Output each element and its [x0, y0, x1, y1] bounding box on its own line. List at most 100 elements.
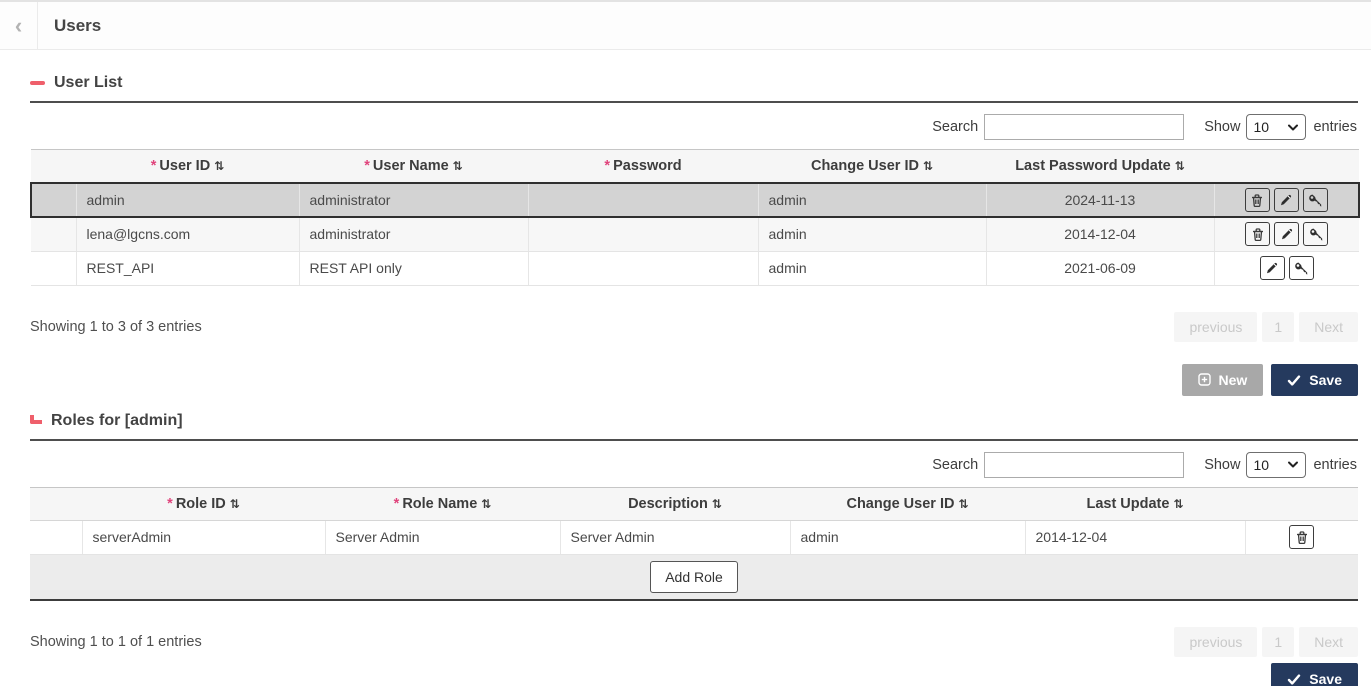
cell-role-name: Server Admin	[325, 520, 560, 554]
cell-last-password-update: 2024-11-13	[986, 183, 1214, 217]
sort-icon: ⇅	[1175, 159, 1185, 173]
roles-table-footer: Showing 1 to 1 of 1 entries previous 1 N…	[30, 627, 1358, 657]
password-key-button[interactable]	[1303, 188, 1328, 212]
row-select-cell[interactable]	[30, 520, 82, 554]
delete-role-button[interactable]	[1289, 525, 1314, 549]
search-label: Search	[932, 119, 978, 135]
page-title: Users	[54, 2, 101, 49]
col-header-description[interactable]: Description⇅	[560, 487, 790, 520]
col-header-role-name[interactable]: *Role Name⇅	[325, 487, 560, 520]
key-icon	[1309, 227, 1323, 241]
entries-label: entries	[1313, 119, 1357, 135]
entries-label: entries	[1313, 457, 1357, 473]
cell-password	[528, 183, 758, 217]
edit-user-button[interactable]	[1274, 222, 1299, 246]
sort-icon: ⇅	[923, 159, 933, 173]
col-header-user-name[interactable]: *User Name⇅	[299, 150, 528, 184]
page-number-button[interactable]: 1	[1262, 627, 1294, 657]
required-marker: *	[167, 496, 173, 512]
col-header-change-user-id[interactable]: Change User ID⇅	[790, 487, 1025, 520]
previous-page-button[interactable]: previous	[1174, 312, 1257, 342]
sort-icon: ⇅	[453, 159, 463, 173]
collapse-minus-icon[interactable]	[30, 81, 45, 85]
role-row-serveradmin[interactable]: serverAdmin Server Admin Server Admin ad…	[30, 520, 1358, 554]
cell-last-password-update: 2014-12-04	[986, 217, 1214, 251]
add-role-button[interactable]: Add Role	[650, 561, 738, 593]
row-select-cell[interactable]	[31, 183, 76, 217]
password-key-button[interactable]	[1303, 222, 1328, 246]
cell-last-update: 2014-12-04	[1025, 520, 1245, 554]
trash-icon	[1251, 227, 1265, 241]
user-page-size-select[interactable]: 10	[1246, 114, 1306, 140]
delete-user-button[interactable]	[1245, 188, 1270, 212]
pencil-icon	[1280, 227, 1294, 241]
col-header-change-user-id[interactable]: Change User ID⇅	[758, 150, 986, 184]
search-label: Search	[932, 457, 978, 473]
actions-column-header	[1245, 487, 1358, 520]
user-row-admin[interactable]: admin administrator admin 2024-11-13	[31, 183, 1359, 217]
roles-actions: Save	[30, 663, 1358, 686]
trash-icon	[1295, 530, 1309, 544]
col-header-user-id[interactable]: *User ID⇅	[76, 150, 299, 184]
cell-user-name: administrator	[299, 183, 528, 217]
required-marker: *	[394, 496, 400, 512]
user-list-title: User List	[54, 74, 122, 92]
section-divider	[30, 439, 1358, 441]
select-column-header	[30, 487, 82, 520]
next-page-button[interactable]: Next	[1299, 312, 1358, 342]
key-icon	[1308, 193, 1322, 207]
col-header-role-id[interactable]: *Role ID⇅	[82, 487, 325, 520]
page-number-button[interactable]: 1	[1262, 312, 1294, 342]
cell-password	[528, 217, 758, 251]
roles-controls: Search Show 10 entries	[30, 451, 1358, 479]
cell-change-user-id: admin	[758, 217, 986, 251]
user-search-input[interactable]	[984, 114, 1184, 140]
check-icon	[1287, 374, 1301, 386]
chevron-down-icon	[1287, 459, 1299, 470]
password-key-button[interactable]	[1289, 256, 1314, 280]
roles-table-header-row: *Role ID⇅ *Role Name⇅ Description⇅ Chang…	[30, 487, 1358, 520]
chevron-left-icon: ‹	[15, 13, 22, 39]
roles-search-input[interactable]	[984, 452, 1184, 478]
cell-change-user-id: admin	[790, 520, 1025, 554]
user-table-header-row: *User ID⇅ *User Name⇅ *Password Change U…	[31, 150, 1359, 184]
next-page-button[interactable]: Next	[1299, 627, 1358, 657]
top-header: ‹ Users	[0, 0, 1371, 50]
sort-icon: ⇅	[214, 159, 224, 173]
delete-user-button[interactable]	[1245, 222, 1270, 246]
sort-icon: ⇅	[481, 497, 491, 511]
cell-change-user-id: admin	[758, 183, 986, 217]
edit-user-button[interactable]	[1260, 256, 1285, 280]
save-users-button[interactable]: Save	[1271, 364, 1358, 396]
sub-section-corner-icon	[30, 415, 42, 424]
check-icon	[1287, 673, 1301, 685]
user-list-actions: New Save	[30, 364, 1358, 396]
new-user-button[interactable]: New	[1182, 364, 1264, 396]
required-marker: *	[151, 158, 157, 174]
roles-table: *Role ID⇅ *Role Name⇅ Description⇅ Chang…	[30, 487, 1358, 601]
cell-password	[528, 251, 758, 285]
cell-user-name: REST API only	[299, 251, 528, 285]
roles-section-header: Roles for [admin]	[30, 410, 1358, 432]
edit-user-button[interactable]	[1274, 188, 1299, 212]
back-button[interactable]: ‹	[0, 2, 38, 49]
add-role-row: Add Role	[30, 554, 1358, 600]
row-select-cell[interactable]	[31, 217, 76, 251]
row-actions	[1214, 251, 1359, 285]
user-row-lena[interactable]: lena@lgcns.com administrator admin 2014-…	[31, 217, 1359, 251]
user-row-rest-api[interactable]: REST_API REST API only admin 2021-06-09	[31, 251, 1359, 285]
row-actions	[1214, 217, 1359, 251]
page-size-value: 10	[1253, 457, 1269, 473]
col-header-last-password-update[interactable]: Last Password Update⇅	[986, 150, 1214, 184]
save-roles-button[interactable]: Save	[1271, 663, 1358, 686]
user-table-footer: Showing 1 to 3 of 3 entries previous 1 N…	[30, 312, 1358, 342]
section-divider	[30, 101, 1358, 103]
roles-page-size-select[interactable]: 10	[1246, 452, 1306, 478]
previous-page-button[interactable]: previous	[1174, 627, 1257, 657]
row-actions	[1245, 520, 1358, 554]
cell-last-password-update: 2021-06-09	[986, 251, 1214, 285]
user-pagination: previous 1 Next	[1169, 312, 1358, 342]
col-header-last-update[interactable]: Last Update⇅	[1025, 487, 1245, 520]
row-select-cell[interactable]	[31, 251, 76, 285]
row-actions	[1214, 183, 1359, 217]
